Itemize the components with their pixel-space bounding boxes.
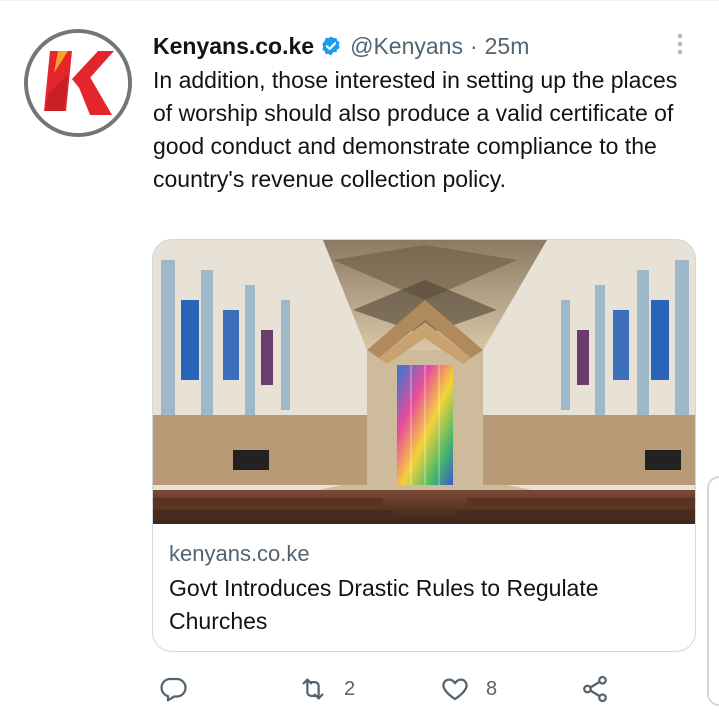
like-count: 8: [486, 677, 498, 700]
like-button[interactable]: 8: [440, 674, 497, 704]
link-card-body: kenyans.co.ke Govt Introduces Drastic Ru…: [169, 538, 679, 638]
top-divider: [0, 0, 719, 1]
link-card-domain: kenyans.co.ke: [169, 541, 310, 566]
verified-badge-icon: [320, 35, 342, 57]
retweet-count: 2: [344, 677, 356, 700]
separator-dot: ·: [469, 32, 478, 59]
retweet-button[interactable]: 2: [298, 674, 355, 704]
tweet-timestamp[interactable]: 25m: [485, 33, 530, 60]
retweet-icon: [302, 678, 324, 700]
heart-icon: [442, 678, 468, 701]
author-handle[interactable]: @Kenyans: [350, 33, 463, 60]
link-card[interactable]: kenyans.co.ke Govt Introduces Drastic Ru…: [152, 239, 696, 652]
avatar[interactable]: [24, 29, 132, 137]
author-name[interactable]: Kenyans.co.ke: [153, 33, 314, 60]
reply-icon: [160, 677, 187, 702]
share-icon: [583, 675, 607, 703]
link-card-title: Govt Introduces Drastic Rules to Regulat…: [169, 575, 599, 634]
church-interior-image: [153, 240, 695, 524]
tweet-header: Kenyans.co.ke @Kenyans · 25m: [153, 30, 529, 62]
tweet-actions: 2 8: [0, 668, 719, 718]
tweet-text: In addition, those interested in setting…: [153, 67, 678, 192]
reply-button[interactable]: [158, 674, 204, 704]
scrollbar-handle[interactable]: [707, 476, 719, 706]
kenyans-logo-icon: [28, 33, 128, 133]
share-button[interactable]: [580, 674, 610, 704]
more-vertical-icon[interactable]: [664, 28, 696, 60]
